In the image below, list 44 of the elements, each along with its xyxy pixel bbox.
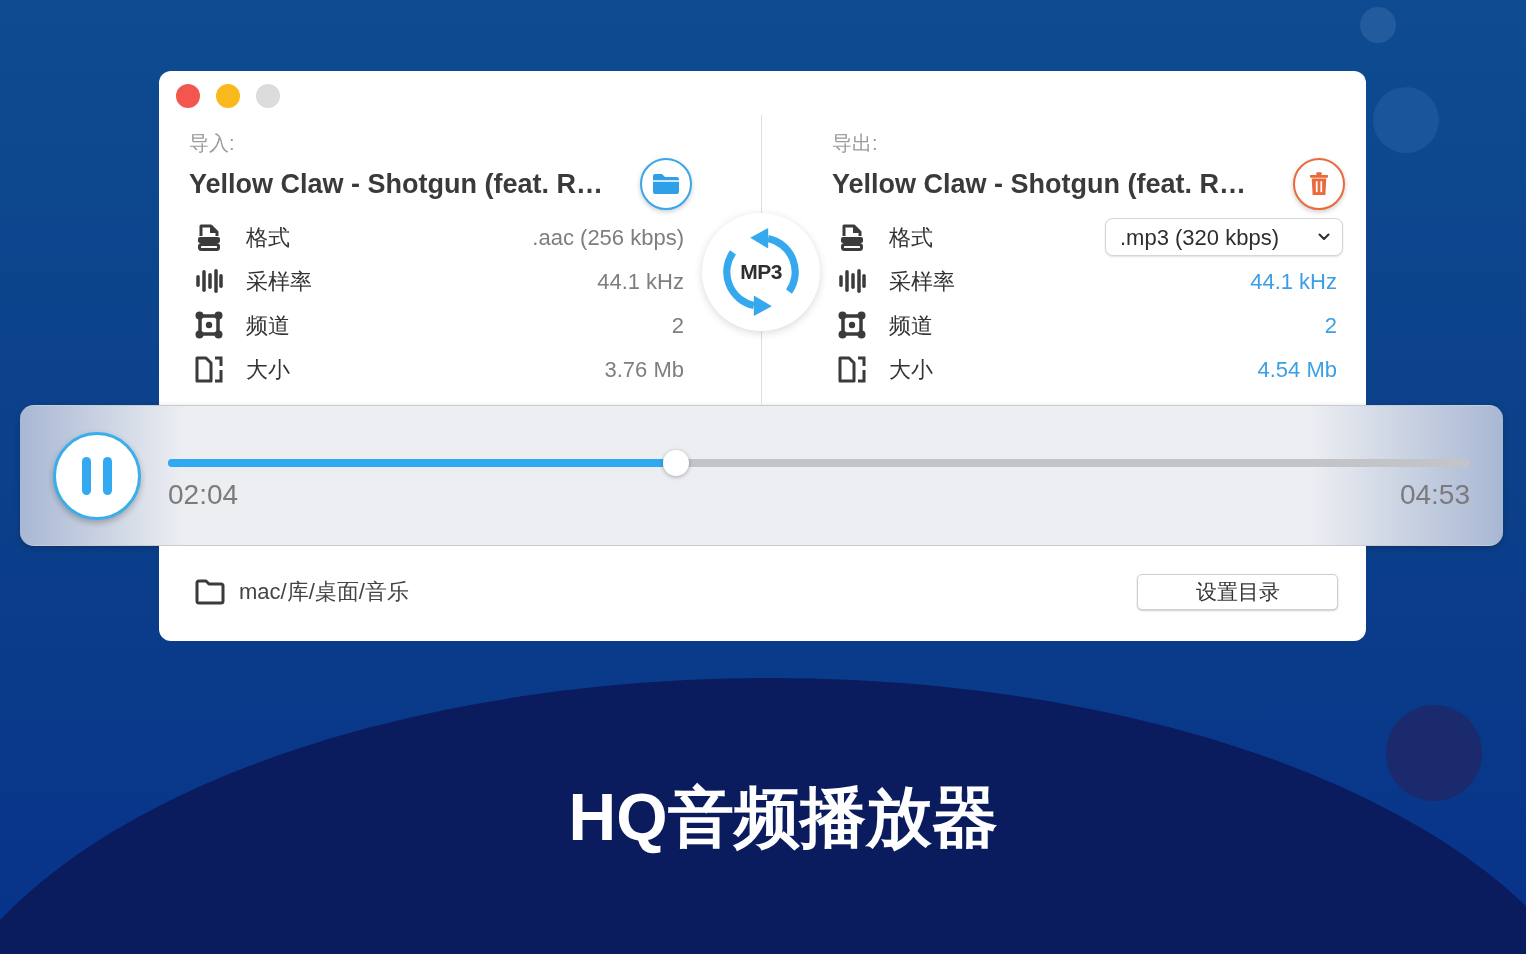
open-folder-button[interactable] [640,158,692,210]
field-label: 大小 [889,355,933,384]
field-label: 采样率 [889,267,955,296]
section-label: 导出: [832,131,878,156]
headline: HQ音频播放器 [568,779,998,856]
set-directory-button[interactable]: 设置目录 [1137,573,1338,610]
file-bracket-icon [194,354,224,384]
track-title: Yellow Claw - Shotgun (feat. R… [189,167,604,201]
pause-icon [82,456,112,495]
square-corners-icon [837,310,867,340]
close-button[interactable] [176,84,200,108]
field-value: 2 [1324,311,1337,340]
folder-icon [195,578,225,605]
section-label: 导入: [189,131,235,156]
field-value: 44.1 kHz [1250,267,1337,296]
folder-icon [652,173,680,195]
field-label: 频道 [889,311,933,340]
elapsed-time: 02:04 [168,480,239,510]
format-select[interactable]: .mp3 (320 kbps) [1105,218,1343,256]
field-value: 4.54 Mb [1257,355,1337,384]
chevron-down-icon [1318,233,1330,241]
waveform-icon [194,266,224,296]
square-corners-icon [194,310,224,340]
pause-button[interactable] [53,431,141,520]
trash-icon [1309,172,1329,196]
field-label: 格式 [889,223,933,252]
format-badge-text: MP3 [740,259,782,286]
file-bracket-icon [837,354,867,384]
field-label: 频道 [246,311,290,340]
minimize-button[interactable] [216,84,240,108]
waveform-icon [837,266,867,296]
seek-slider-thumb[interactable] [662,450,689,476]
track-title: Yellow Claw - Shotgun (feat. R… [832,167,1247,201]
field-value: 2 [671,311,684,340]
total-duration: 04:53 [1399,480,1470,510]
zoom-button[interactable] [256,84,280,108]
delete-button[interactable] [1293,158,1345,210]
field-label: 大小 [246,355,290,384]
output-path: mac/库/桌面/音乐 [239,578,409,606]
field-value: 3.76 Mb [604,355,684,384]
field-label: 格式 [246,223,290,252]
field-value: 44.1 kHz [597,267,684,296]
field-label: 采样率 [246,267,312,296]
field-value: .aac (256 kbps) [532,223,684,252]
